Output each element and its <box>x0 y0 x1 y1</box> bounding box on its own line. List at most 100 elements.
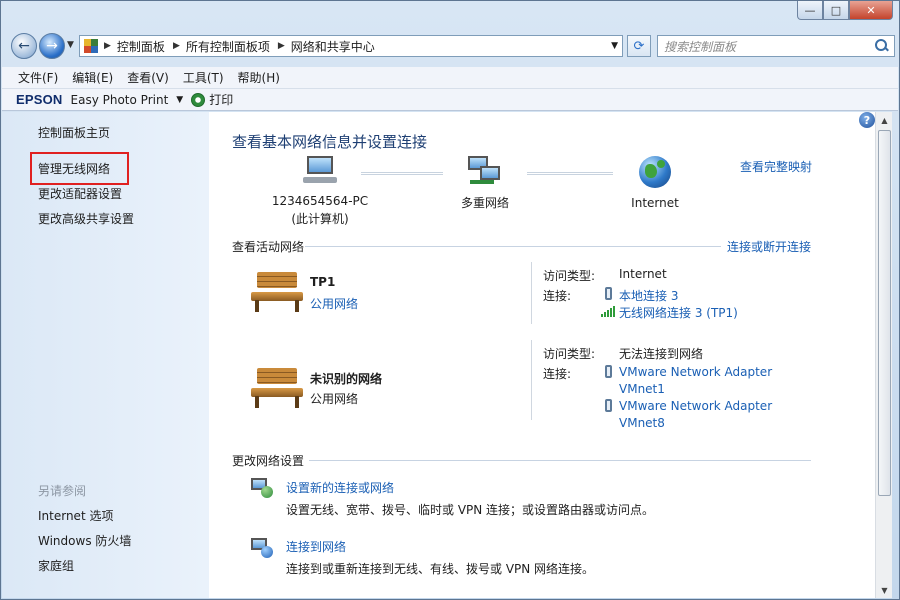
link-manage-wireless[interactable]: 管理无线网络 <box>38 160 110 177</box>
access-type-value: 无法连接到网络 <box>619 347 704 361</box>
divider <box>531 262 532 324</box>
multiple-networks-icon <box>468 156 502 186</box>
connection-link[interactable]: VMnet1 <box>619 382 665 396</box>
link-homegroup[interactable]: 家庭组 <box>38 557 74 574</box>
task-description: 连接到或重新连接到无线、有线、拨号或 VPN 网络连接。 <box>286 562 595 576</box>
task-description: 设置无线、宽带、拨号、临时或 VPN 连接；或设置路由器或访问点。 <box>286 503 655 517</box>
connections-label: 连接: <box>543 367 572 381</box>
public-network-bench-icon <box>251 272 303 312</box>
ethernet-icon <box>605 287 612 300</box>
divider <box>309 460 811 461</box>
help-icon[interactable]: ? <box>859 112 875 128</box>
menu-tools[interactable]: 工具(T) <box>183 69 224 86</box>
chevron-right-icon[interactable]: ▶ <box>278 41 285 51</box>
back-arrow-icon: ← <box>18 38 30 54</box>
connector-line <box>527 172 613 175</box>
node-internet: Internet <box>615 156 695 210</box>
network-type: 公用网络 <box>310 392 359 406</box>
node-multiple-networks: 多重网络 <box>445 156 525 211</box>
search-input[interactable]: 搜索控制面板 <box>657 35 895 57</box>
network-name: TP1 <box>310 275 336 289</box>
recent-pages-dropdown[interactable]: ▼ <box>67 40 74 50</box>
menu-help[interactable]: 帮助(H) <box>238 69 280 86</box>
vertical-scrollbar[interactable]: ▲ ▼ <box>875 112 892 598</box>
task-pane: 控制面板主页 管理无线网络 更改适配器设置 更改高级共享设置 另请参阅 Inte… <box>2 112 209 598</box>
ethernet-icon <box>605 365 612 378</box>
ethernet-icon <box>605 399 612 412</box>
network-name: 未识别的网络 <box>310 372 383 386</box>
search-placeholder: 搜索控制面板 <box>664 39 737 54</box>
connection-link[interactable]: 无线网络连接 3 (TP1) <box>619 304 738 321</box>
search-icon[interactable] <box>875 39 888 52</box>
connector-line <box>361 172 443 175</box>
page-title: 查看基本网络信息并设置连接 <box>232 133 428 151</box>
internet-label: Internet <box>631 196 679 210</box>
globe-icon <box>639 156 671 188</box>
refresh-button[interactable]: ⟳ <box>627 35 651 57</box>
connect-network-icon <box>251 538 275 560</box>
link-connect-disconnect[interactable]: 连接或断开连接 <box>727 238 811 255</box>
link-adapter-settings[interactable]: 更改适配器设置 <box>38 185 122 202</box>
new-connection-icon <box>251 478 275 500</box>
menu-view[interactable]: 查看(V) <box>127 69 169 86</box>
chevron-right-icon[interactable]: ▶ <box>173 41 180 51</box>
scroll-down-icon[interactable]: ▼ <box>876 582 893 598</box>
pc-name: 1234654564-PC <box>271 194 369 208</box>
print-button[interactable]: 打印 <box>209 91 233 108</box>
epson-toolbar: EPSON Easy Photo Print ▼ 打印 <box>2 89 898 111</box>
control-panel-icon <box>84 39 98 53</box>
address-dropdown-icon[interactable]: ▼ <box>611 41 618 51</box>
access-type-label: 访问类型: <box>543 347 596 361</box>
forward-button[interactable]: → <box>39 33 65 59</box>
menu-bar: 文件(F) 编辑(E) 查看(V) 工具(T) 帮助(H) <box>2 67 898 89</box>
active-networks-heading: 查看活动网络 <box>232 240 305 254</box>
scroll-up-icon[interactable]: ▲ <box>876 112 893 128</box>
wifi-signal-icon <box>601 305 615 317</box>
menu-file[interactable]: 文件(F) <box>18 69 58 86</box>
breadcrumb-all-items[interactable]: 所有控制面板项 <box>186 38 270 55</box>
caption-buttons: — □ ✕ <box>797 1 893 20</box>
chevron-right-icon[interactable]: ▶ <box>104 41 111 51</box>
link-windows-firewall[interactable]: Windows 防火墙 <box>38 532 131 549</box>
link-advanced-sharing[interactable]: 更改高级共享设置 <box>38 210 134 227</box>
change-settings-heading: 更改网络设置 <box>232 454 305 468</box>
refresh-icon: ⟳ <box>633 38 645 54</box>
divider <box>305 246 721 247</box>
divider <box>531 340 532 420</box>
connection-link[interactable]: VMnet8 <box>619 416 665 430</box>
scrollbar-thumb[interactable] <box>878 130 891 496</box>
close-button[interactable]: ✕ <box>849 1 893 20</box>
link-control-panel-home[interactable]: 控制面板主页 <box>38 124 110 141</box>
chevron-down-icon[interactable]: ▼ <box>176 95 183 105</box>
back-button[interactable]: ← <box>11 33 37 59</box>
connection-link[interactable]: VMware Network Adapter <box>619 365 772 379</box>
maximize-button[interactable]: □ <box>823 1 849 20</box>
computer-icon <box>303 156 337 186</box>
menu-edit[interactable]: 编辑(E) <box>72 69 113 86</box>
node-this-pc: 1234654564-PC (此计算机) <box>265 156 375 227</box>
main-content: ? 查看基本网络信息并设置连接 查看完整映射 1234654564-PC (此计… <box>209 112 875 598</box>
link-full-map[interactable]: 查看完整映射 <box>740 158 812 175</box>
connections-label: 连接: <box>543 289 572 303</box>
public-network-bench-icon <box>251 368 303 408</box>
control-panel-window: — □ ✕ ← → ▼ ▶ 控制面板 ▶ 所有控制面板项 ▶ 网络和共享中心 ▼… <box>0 0 900 600</box>
print-icon[interactable] <box>191 92 206 107</box>
access-type-label: 访问类型: <box>543 269 596 283</box>
breadcrumb-control-panel[interactable]: 控制面板 <box>117 38 165 55</box>
link-connect-to-network[interactable]: 连接到网络 <box>286 538 346 555</box>
easy-photo-print-button[interactable]: Easy Photo Print <box>71 93 169 107</box>
access-type-value: Internet <box>619 267 667 281</box>
network-type-link[interactable]: 公用网络 <box>310 295 358 312</box>
address-bar[interactable]: ▶ 控制面板 ▶ 所有控制面板项 ▶ 网络和共享中心 ▼ <box>79 35 623 57</box>
connection-link[interactable]: VMware Network Adapter <box>619 399 772 413</box>
see-also-heading: 另请参阅 <box>38 484 87 498</box>
connection-link[interactable]: 本地连接 3 <box>619 287 678 304</box>
forward-arrow-icon: → <box>46 38 58 54</box>
breadcrumb-network-center[interactable]: 网络和共享中心 <box>291 38 375 55</box>
link-setup-new-connection[interactable]: 设置新的连接或网络 <box>286 479 394 496</box>
pc-subtitle: (此计算机) <box>291 212 349 226</box>
link-internet-options[interactable]: Internet 选项 <box>38 507 113 524</box>
epson-logo: EPSON <box>16 92 63 107</box>
navigation-bar: ← → ▼ ▶ 控制面板 ▶ 所有控制面板项 ▶ 网络和共享中心 ▼ ⟳ 搜索控… <box>9 32 895 60</box>
minimize-button[interactable]: — <box>797 1 823 20</box>
